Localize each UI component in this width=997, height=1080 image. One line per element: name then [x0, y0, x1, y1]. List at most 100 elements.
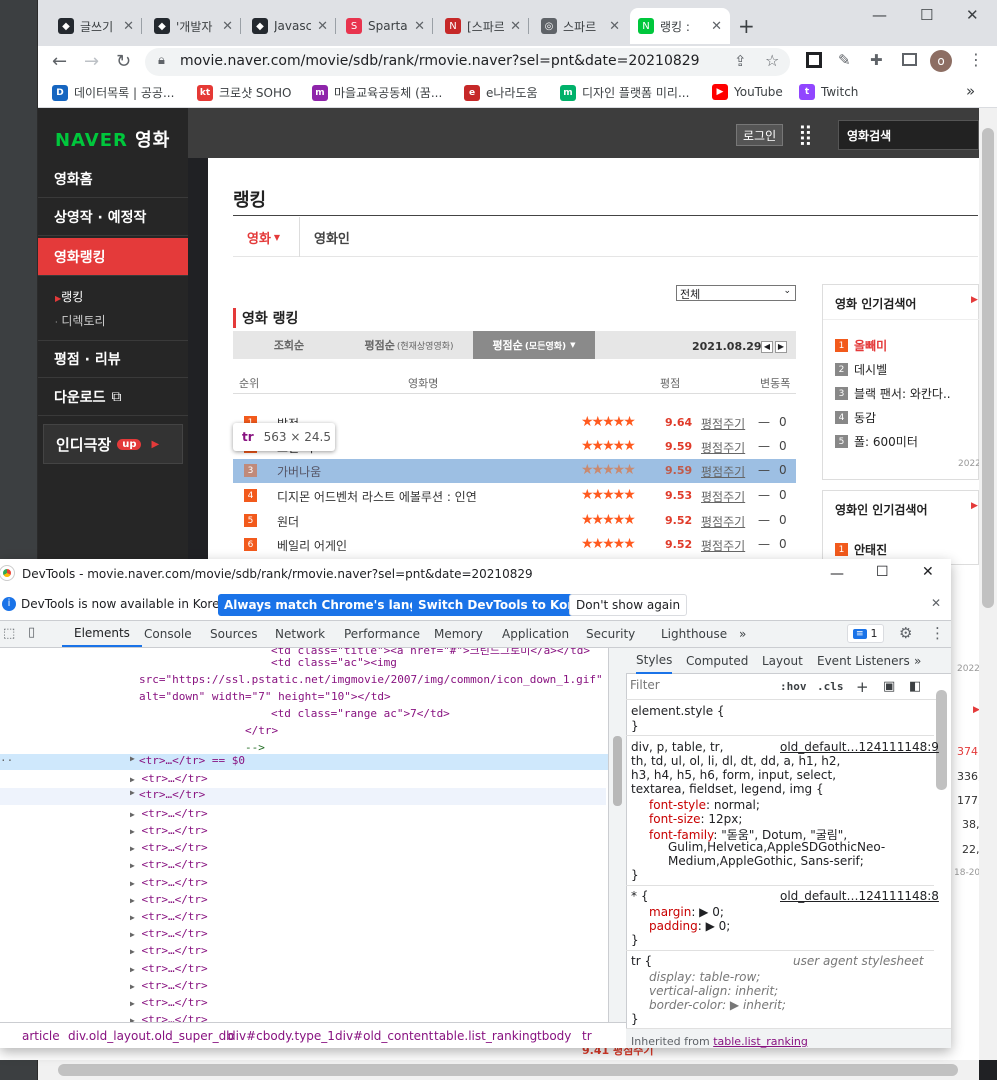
- tab-sources[interactable]: Sources: [210, 621, 257, 647]
- nav-movie-home[interactable]: 영화홈: [38, 160, 188, 198]
- tab-movie[interactable]: 영화 ▼: [233, 217, 294, 257]
- dom-node[interactable]: ▶ <tr>…</tr>: [130, 944, 208, 957]
- indie-theater-banner[interactable]: 인디극장 up ▶: [43, 424, 183, 464]
- bookmark-item[interactable]: t Twitch: [799, 84, 858, 100]
- dom-node[interactable]: ▶ <tr>…</tr>: [130, 1013, 208, 1022]
- tab-2[interactable]: ◆ '개발자 ✕: [146, 8, 241, 44]
- lock-icon[interactable]: 🔒︎: [158, 53, 165, 68]
- dont-show-again-button[interactable]: Don't show again: [569, 594, 688, 616]
- forward-icon[interactable]: →: [84, 51, 99, 72]
- bookmark-item[interactable]: e e나라도움: [464, 84, 538, 101]
- subnav-directory[interactable]: · 디렉토리: [55, 312, 106, 329]
- more-tabs-icon[interactable]: »: [914, 648, 921, 674]
- issues-badge[interactable]: ≡ 1: [847, 624, 884, 643]
- eyedropper-icon[interactable]: ✎: [838, 51, 851, 69]
- bookmark-item[interactable]: kt 크로샷 SOHO: [197, 84, 291, 101]
- sort-views[interactable]: 조회순: [233, 331, 345, 359]
- tab-person[interactable]: 영화인: [299, 217, 364, 257]
- tab-styles[interactable]: Styles: [636, 648, 673, 674]
- close-icon[interactable]: ✕: [931, 596, 941, 610]
- paint-icon[interactable]: ▣: [883, 679, 895, 694]
- more-bookmarks-icon[interactable]: »: [966, 82, 975, 100]
- bookmark-item[interactable]: ▶ YouTube: [712, 84, 783, 100]
- maximize-icon[interactable]: ☐: [920, 6, 933, 24]
- page-scrollbar-horizontal[interactable]: [38, 1060, 979, 1080]
- tab-5[interactable]: N [스파르 ✕: [437, 8, 529, 44]
- dom-node[interactable]: ▶ <tr>…</tr>: [130, 858, 208, 871]
- dom-node[interactable]: ▶ <tr>…</tr>: [130, 841, 208, 854]
- subnav-ranking[interactable]: ▶랭킹: [55, 288, 83, 305]
- tab-application[interactable]: Application: [502, 621, 569, 647]
- tab-computed[interactable]: Computed: [686, 648, 748, 674]
- close-icon[interactable]: ✕: [414, 19, 425, 34]
- toggle-sidebar-icon[interactable]: ◧: [909, 679, 921, 694]
- nav-download[interactable]: 다운로드 ⧉: [38, 378, 188, 416]
- device-toolbar-icon[interactable]: ▯: [28, 625, 35, 640]
- close-window-icon[interactable]: ✕: [966, 6, 979, 24]
- close-icon[interactable]: ✕: [222, 19, 233, 34]
- tab-elements[interactable]: Elements: [62, 621, 142, 647]
- bookmark-item[interactable]: D 데이터목록 | 공공...: [52, 84, 174, 101]
- nav-now-showing[interactable]: 상영작 · 예정작: [38, 198, 188, 236]
- bookmark-item[interactable]: m 마을교육공동체 (꿈...: [312, 84, 442, 101]
- new-rule-icon[interactable]: +: [856, 678, 869, 696]
- prev-date-button[interactable]: ◀: [761, 341, 773, 353]
- minimize-icon[interactable]: —: [830, 566, 844, 582]
- tab-lighthouse[interactable]: Lighthouse: [661, 621, 727, 647]
- close-window-icon[interactable]: ✕: [922, 564, 934, 580]
- inspect-icon[interactable]: ⬚: [3, 626, 15, 641]
- apps-grid-icon[interactable]: ⣿: [798, 122, 813, 146]
- dom-node[interactable]: ▶ <tr>…</tr>: [130, 962, 208, 975]
- tab-7-active[interactable]: N 랭킹 : ✕: [630, 8, 730, 44]
- minimize-icon[interactable]: —: [872, 6, 887, 24]
- puzzle-icon[interactable]: ✚: [870, 51, 883, 69]
- dom-node[interactable]: ▶ <tr>…</tr>: [130, 824, 208, 837]
- new-tab-button[interactable]: +: [738, 14, 755, 38]
- class-toggle[interactable]: .cls: [817, 680, 844, 693]
- popular-item[interactable]: 5 폴: 600미터: [835, 433, 918, 450]
- login-button[interactable]: 로그인: [736, 124, 784, 146]
- table-row[interactable]: 6 베일리 어게인 ★★★★★ 9.52 평점주기 —0: [233, 533, 796, 557]
- popular-person-item[interactable]: 1 안태진: [835, 541, 887, 558]
- popular-item[interactable]: 4 동감: [835, 409, 876, 426]
- close-icon[interactable]: ✕: [510, 19, 521, 34]
- dom-node[interactable]: ▶ <tr>…</tr>: [130, 772, 208, 785]
- styles-filter-input[interactable]: Filter: [630, 678, 770, 696]
- tab-security[interactable]: Security: [586, 621, 635, 647]
- dom-node[interactable]: ▶ <tr>…</tr>: [130, 876, 208, 889]
- hover-state-toggle[interactable]: :hov: [780, 680, 807, 693]
- menu-icon[interactable]: ⋮: [930, 624, 945, 642]
- page-scrollbar-vertical[interactable]: [979, 108, 997, 1060]
- menu-icon[interactable]: ⋮: [968, 50, 984, 69]
- close-icon[interactable]: ✕: [609, 19, 620, 34]
- table-row-highlighted[interactable]: 3 가버나움 ★★★★★ 9.59 평점주기 —0: [233, 459, 796, 483]
- period-select[interactable]: 전체 ⌄: [676, 285, 796, 301]
- popular-item[interactable]: 3 블랙 팬서: 와칸다..: [835, 385, 951, 402]
- tab-layout[interactable]: Layout: [762, 648, 803, 674]
- table-row[interactable]: 4 디지몬 어드벤처 라스트 에볼루션 : 인연 ★★★★★ 9.53 평점주기 —0: [233, 484, 796, 508]
- close-icon[interactable]: ✕: [711, 19, 722, 34]
- dom-node[interactable]: ▶ <tr>…</tr>: [130, 996, 208, 1009]
- avatar[interactable]: o: [930, 50, 952, 72]
- dom-node[interactable]: ▶ <tr>…</tr>: [130, 893, 208, 906]
- gear-icon[interactable]: ⚙: [899, 624, 912, 642]
- chevron-right-icon[interactable]: ▶: [971, 295, 978, 305]
- dom-node[interactable]: ▶ <tr>…</tr>: [130, 807, 208, 820]
- share-icon[interactable]: ⇪: [734, 52, 747, 70]
- tab-3[interactable]: ◆Javascr✕: [244, 8, 336, 44]
- dom-node[interactable]: ▶ <tr>…</tr>: [130, 979, 208, 992]
- sort-score-all[interactable]: 평점순 (모든영화) ▼: [473, 331, 595, 359]
- tab-4[interactable]: S Sparta ✕: [338, 8, 433, 44]
- bookmark-item[interactable]: m 디자인 플랫폼 미리...: [560, 84, 689, 101]
- tab-memory[interactable]: Memory: [434, 621, 483, 647]
- tab-performance[interactable]: Performance: [344, 621, 420, 647]
- nav-movie-ranking[interactable]: 영화랭킹: [38, 238, 188, 276]
- more-tabs-icon[interactable]: »: [739, 621, 746, 647]
- back-icon[interactable]: ←: [52, 51, 67, 72]
- tab-6[interactable]: ◎ 스파르 ✕: [533, 8, 628, 44]
- sidepanel-icon[interactable]: [902, 53, 917, 66]
- tab-network[interactable]: Network: [275, 621, 325, 647]
- tab-console[interactable]: Console: [144, 621, 192, 647]
- scrollbar-thumb[interactable]: [982, 128, 994, 608]
- next-date-button[interactable]: ▶: [775, 341, 787, 353]
